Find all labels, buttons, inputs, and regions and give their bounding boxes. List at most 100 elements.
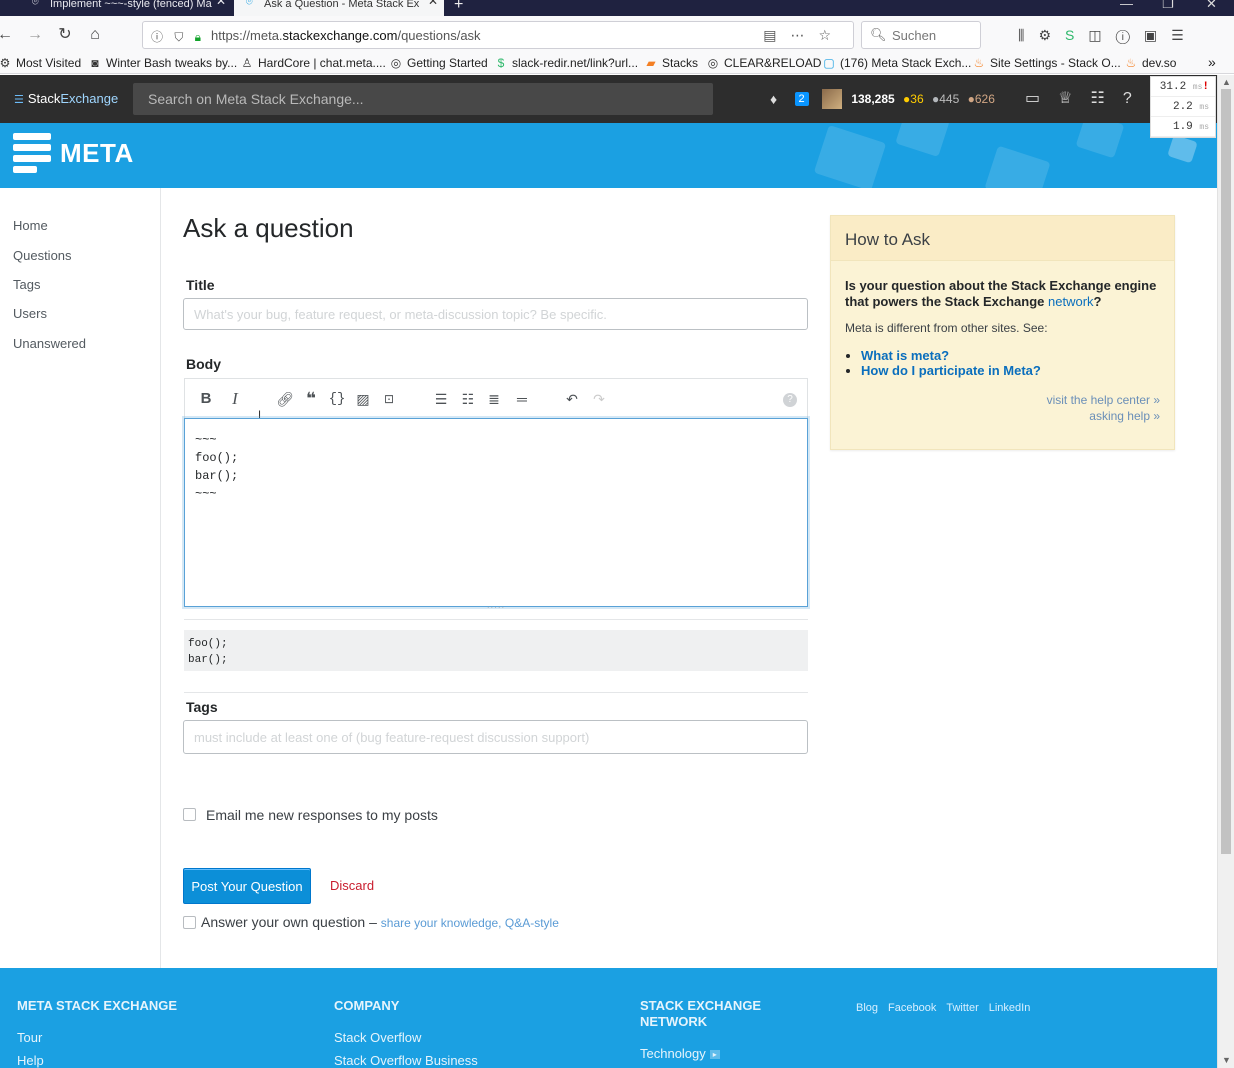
bookmark-item[interactable]: ◎ CLEAR&RELOAD xyxy=(706,56,822,70)
scroll-thumb[interactable] xyxy=(1221,89,1231,854)
tags-input[interactable] xyxy=(183,720,808,754)
email-checkbox[interactable] xyxy=(183,808,196,821)
code-icon[interactable]: {} xyxy=(327,389,347,409)
meta-logo-icon[interactable] xyxy=(13,133,53,179)
nav-tags[interactable]: Tags xyxy=(13,277,40,292)
title-input[interactable] xyxy=(183,298,808,330)
redo-icon[interactable]: ↷ xyxy=(589,389,609,409)
info-extension-icon[interactable]: ⓘ xyxy=(1116,27,1144,43)
share-knowledge-link[interactable]: share your knowledge, Q&A-style xyxy=(381,916,559,930)
library-icon[interactable]: ⫼ xyxy=(1018,27,1038,43)
achievements-icon[interactable]: ♕ xyxy=(1058,90,1090,107)
footer-link-twitter[interactable]: Twitter xyxy=(946,1002,978,1014)
footer-link-tour[interactable]: Tour xyxy=(17,1030,42,1045)
heading-icon[interactable]: ≣ xyxy=(484,389,504,409)
help-center-link[interactable]: visit the help center » xyxy=(1047,392,1160,408)
bookmark-item[interactable]: ⚙ Most Visited xyxy=(0,56,81,70)
nav-home[interactable]: Home xyxy=(13,218,48,233)
forward-icon[interactable]: → xyxy=(24,24,46,46)
window-close-icon[interactable]: ✕ xyxy=(1206,0,1217,12)
footer-link-blog[interactable]: Blog xyxy=(856,1002,878,1014)
bookmark-item[interactable]: ♨ dev.so xyxy=(1124,56,1177,70)
bookmark-item[interactable]: ◎ Getting Started xyxy=(389,56,488,70)
inbox-icon[interactable]: ▭ xyxy=(1025,90,1058,107)
inbox-badge[interactable]: 2 xyxy=(794,92,809,106)
back-icon[interactable]: ← xyxy=(0,24,16,46)
quote-icon[interactable]: ❝ xyxy=(301,389,321,409)
nav-unanswered[interactable]: Unanswered xyxy=(13,336,86,351)
review-icon[interactable]: ☷ xyxy=(1090,90,1122,107)
body-editor[interactable]: ~~~ foo(); bar(); ~~~ xyxy=(184,418,808,607)
reader-view-icon[interactable]: ▤ xyxy=(763,27,790,43)
help-icon[interactable]: ? xyxy=(783,393,797,407)
asking-help-link[interactable]: asking help » xyxy=(1047,408,1160,424)
resize-grip[interactable]: ····· xyxy=(484,604,508,612)
new-tab-icon[interactable]: + xyxy=(454,0,463,14)
bookmark-item[interactable]: ◙ Winter Bash tweaks by... xyxy=(88,56,237,70)
mini-profiler[interactable]: 31.2 ms! 2.2 ms 1.9 ms xyxy=(1150,76,1216,138)
avatar[interactable] xyxy=(821,89,842,109)
menu-icon[interactable]: ☰ xyxy=(1171,27,1198,43)
link-icon[interactable]: 🔗︎ xyxy=(275,389,295,409)
undo-icon[interactable]: ↶ xyxy=(562,389,582,409)
site-name[interactable]: META xyxy=(60,138,134,169)
footer-link-business[interactable]: Stack Overflow Business xyxy=(334,1053,478,1068)
star-icon[interactable]: ☆ xyxy=(818,27,845,43)
bold-icon[interactable]: B xyxy=(196,389,216,409)
horizontal-rule-icon[interactable]: ═ xyxy=(512,389,532,409)
url-actions: ▤⋯☆ xyxy=(763,27,845,44)
sidebar-icon[interactable]: ◫ xyxy=(1088,27,1115,43)
url-text[interactable]: https://meta.stackexchange.com/questions… xyxy=(211,28,481,43)
maximize-icon[interactable]: ❐ xyxy=(1162,0,1174,12)
close-icon[interactable]: ✕ xyxy=(428,0,438,7)
answer-own-checkbox[interactable] xyxy=(183,916,196,929)
bookmark-item[interactable]: ▢ (176) Meta Stack Exch... xyxy=(822,56,971,70)
footer-link-linkedin[interactable]: LinkedIn xyxy=(989,1002,1031,1014)
what-is-meta-link[interactable]: What is meta? xyxy=(861,348,949,363)
home-icon[interactable]: ⌂ xyxy=(84,24,106,46)
close-icon[interactable]: ✕ xyxy=(216,0,226,7)
site-search-input[interactable] xyxy=(133,83,713,115)
page-scrollbar[interactable]: ▲ ▼ xyxy=(1217,75,1234,1068)
italic-icon[interactable]: I xyxy=(225,389,245,409)
footer-link-facebook[interactable]: Facebook xyxy=(888,1002,936,1014)
moderator-diamond-icon[interactable]: ♦ xyxy=(770,91,777,107)
url-bar[interactable]: ⓘ ⛉ 🔒︎ https://meta.stackexchange.com/qu… xyxy=(142,21,854,49)
footer-link-technology[interactable]: Technology ▸ xyxy=(640,1046,720,1061)
bookmark-item[interactable]: ♙ HardCore | chat.meta.... xyxy=(240,56,386,70)
nav-questions[interactable]: Questions xyxy=(13,248,72,263)
more-icon[interactable]: ⋯ xyxy=(790,27,818,43)
browser-tab-ask-question[interactable]: ⌾ Ask a Question - Meta Stack Ex ✕ xyxy=(234,0,444,16)
s-extension-icon[interactable]: S xyxy=(1065,27,1088,43)
browser-tab-implement[interactable]: ⌾ Implement ~~~-style (fenced) Ma ✕ xyxy=(20,0,232,16)
extension-icon[interactable]: ⚙ xyxy=(1038,27,1065,43)
help-icon[interactable]: ? xyxy=(1123,90,1150,107)
ordered-list-icon[interactable]: ☰ xyxy=(431,389,451,409)
bookmark-item[interactable]: ▰ Stacks xyxy=(644,56,698,70)
image-icon[interactable]: ▨ xyxy=(353,389,373,409)
more-bookmarks-icon[interactable]: » xyxy=(1208,54,1216,70)
vpn-icon[interactable]: ▣ xyxy=(1144,27,1171,43)
bookmark-item[interactable]: $ slack-redir.net/link?url... xyxy=(494,56,638,70)
scroll-up-icon[interactable]: ▲ xyxy=(1222,77,1231,87)
stackexchange-logo[interactable]: ☰ StackExchange xyxy=(14,91,118,106)
minimize-icon[interactable]: — xyxy=(1120,0,1133,11)
post-question-button[interactable]: Post Your Question xyxy=(183,868,311,904)
email-label[interactable]: Email me new responses to my posts xyxy=(206,807,438,823)
snippet-icon[interactable]: ⊡ xyxy=(379,389,399,409)
nav-users[interactable]: Users xyxy=(13,306,47,321)
reputation[interactable]: 138,285 xyxy=(851,92,894,106)
reload-icon[interactable]: ↻ xyxy=(54,24,76,46)
footer-heading[interactable]: META STACK EXCHANGE xyxy=(17,998,177,1014)
answer-own-label[interactable]: Answer your own question – share your kn… xyxy=(201,914,559,930)
footer-link-help[interactable]: Help xyxy=(17,1053,44,1068)
participate-in-meta-link[interactable]: How do I participate in Meta? xyxy=(861,363,1041,378)
browser-search-box[interactable]: 🔍︎ Suchen xyxy=(861,21,981,49)
site-info-icon[interactable]: ⓘ ⛉ 🔒︎ xyxy=(151,28,205,45)
bullet-list-icon[interactable]: ☷ xyxy=(458,389,478,409)
discard-link[interactable]: Discard xyxy=(330,878,374,893)
footer-link-stackoverflow[interactable]: Stack Overflow xyxy=(334,1030,421,1045)
network-link[interactable]: network xyxy=(1048,294,1094,309)
scroll-down-icon[interactable]: ▼ xyxy=(1222,1055,1231,1065)
bookmark-item[interactable]: ♨ Site Settings - Stack O... xyxy=(972,56,1121,70)
